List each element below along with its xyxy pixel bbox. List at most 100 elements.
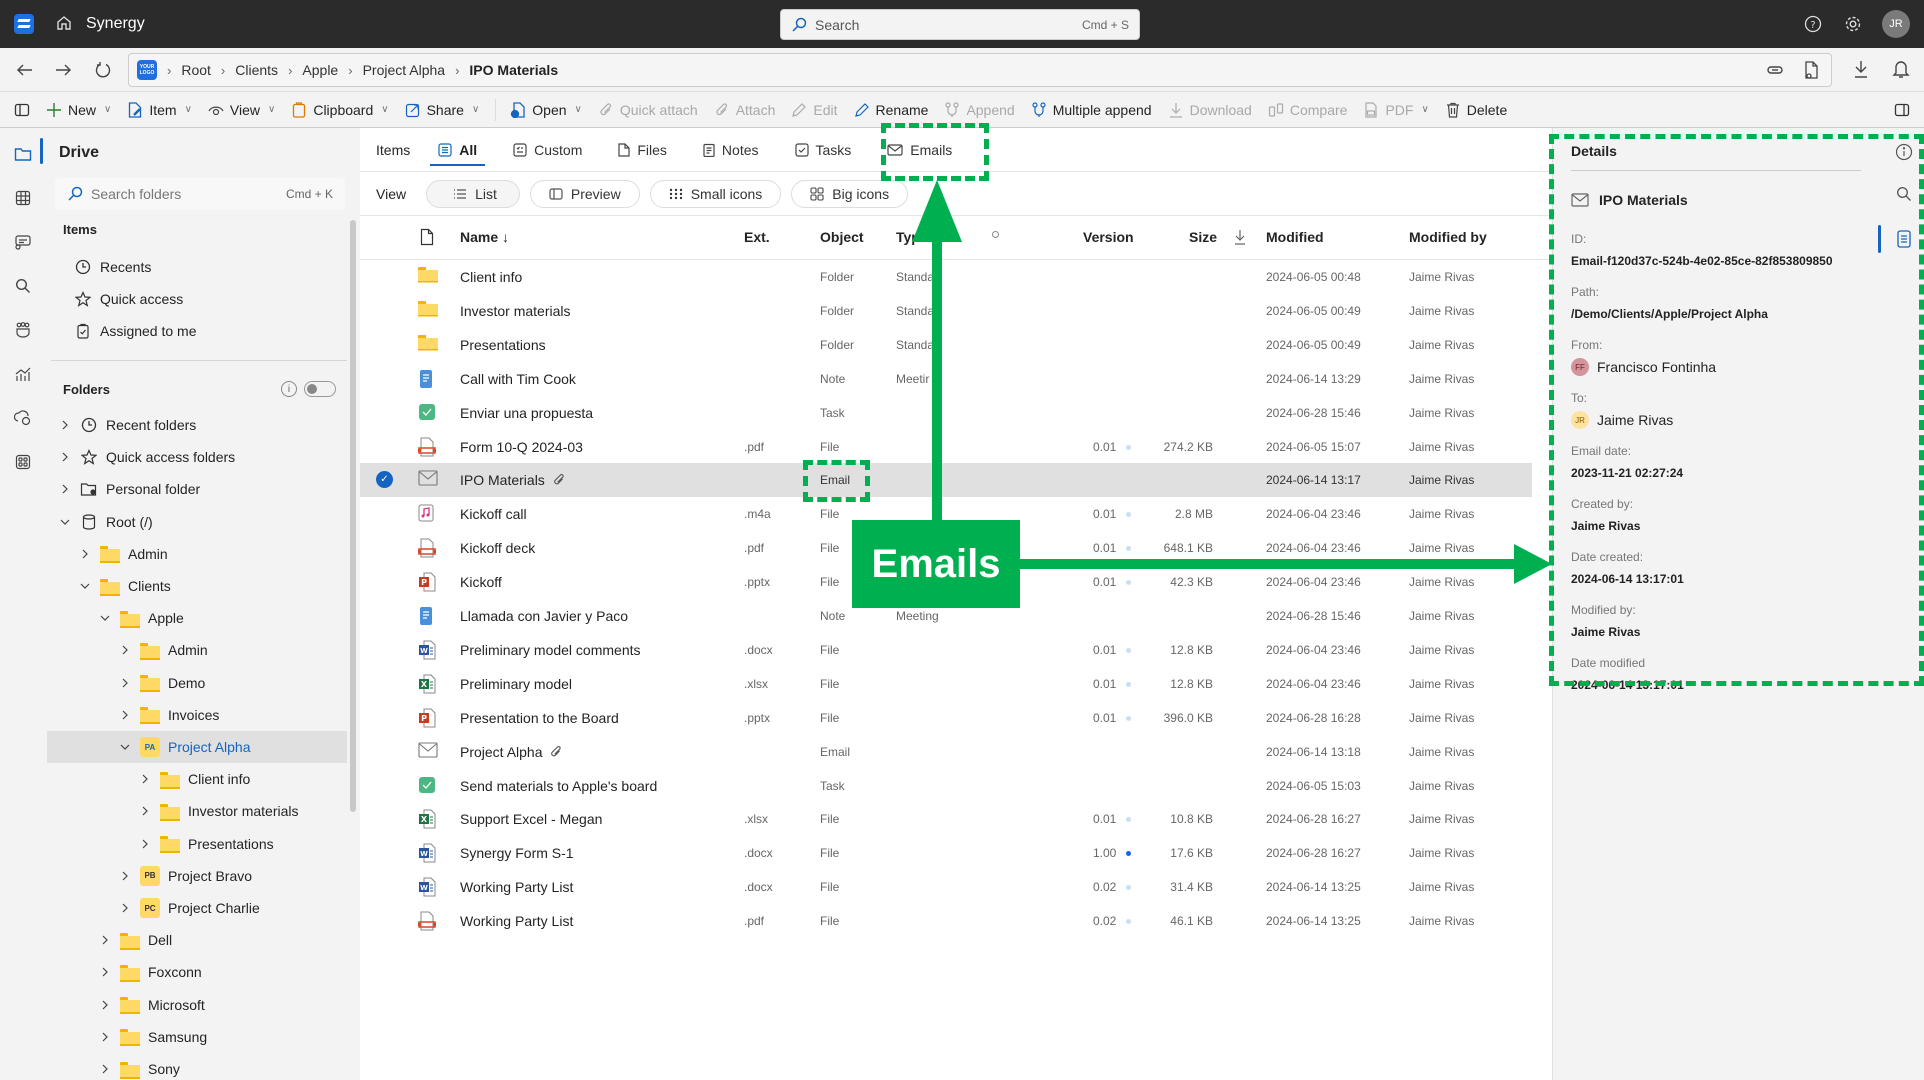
chevron-right-icon[interactable] [118, 708, 132, 722]
cell-name[interactable]: Presentations [460, 337, 546, 353]
tree-item-personal-folder[interactable]: Personal folder [58, 477, 200, 501]
chevron-right-icon[interactable] [58, 482, 72, 496]
sidebar-item-assigned-to-me[interactable]: Assigned to me [74, 319, 197, 343]
tree-item-foxconn[interactable]: Foxconn [98, 960, 202, 984]
tree-item-project-charlie[interactable]: PC Project Charlie [118, 896, 260, 920]
chevron-down-icon[interactable] [78, 579, 92, 593]
table-row[interactable]: Send materials to Apple's board Task 2024-… [360, 769, 1532, 803]
apps-icon[interactable] [13, 452, 33, 472]
link-icon[interactable] [1765, 60, 1785, 80]
home-icon[interactable] [55, 14, 73, 32]
breadcrumb-clients[interactable]: Clients [235, 62, 278, 78]
tree-item-investor-materials[interactable]: Investor materials [138, 799, 298, 823]
cloud-sync-icon[interactable] [13, 408, 33, 428]
help-icon[interactable]: ? [1802, 13, 1824, 35]
table-row[interactable]: Presentations Folder Standa 2024-06-05 00:4… [360, 328, 1532, 362]
toggle-details-panel-button[interactable] [1894, 102, 1910, 118]
chevron-right-icon[interactable] [58, 418, 72, 432]
tab-files[interactable]: Files [618, 128, 667, 172]
column-version[interactable]: Version [1083, 229, 1134, 245]
cell-name[interactable]: Investor materials [460, 303, 570, 319]
file-link-icon[interactable] [1801, 60, 1821, 80]
chevron-right-icon[interactable] [138, 772, 152, 786]
tree-item-project-alpha[interactable]: PA Project Alpha [118, 735, 251, 759]
tree-item-samsung[interactable]: Samsung [98, 1025, 207, 1049]
view-list-button[interactable]: List [426, 179, 520, 208]
download-button[interactable]: Download [1168, 102, 1252, 118]
chevron-right-icon[interactable] [98, 965, 112, 979]
chevron-right-icon[interactable] [98, 1030, 112, 1044]
table-row[interactable]: ✓ IPO Materials Email 2024-06-14 13:17 Jaim… [360, 463, 1532, 498]
chevron-right-icon[interactable] [118, 676, 132, 690]
item-button[interactable]: Item ∨ [127, 102, 192, 118]
chevron-down-icon[interactable] [98, 611, 112, 625]
cell-name[interactable]: Kickoff [460, 574, 502, 590]
tree-item-invoices[interactable]: Invoices [118, 703, 219, 727]
chat-search-icon[interactable] [13, 232, 33, 252]
sidebar-item-recents[interactable]: Recents [74, 255, 151, 279]
cell-name[interactable]: Working Party List [460, 913, 573, 929]
chevron-down-icon[interactable] [118, 740, 132, 754]
tree-item-dell[interactable]: Dell [98, 928, 172, 952]
chevron-right-icon[interactable] [138, 804, 152, 818]
toggle-sidebar-button[interactable] [14, 102, 30, 118]
cell-name[interactable]: Client info [460, 269, 522, 285]
tree-item-admin[interactable]: Admin [118, 638, 208, 662]
cell-name[interactable]: Kickoff deck [460, 540, 535, 556]
view-big-icons-button[interactable]: Big icons [791, 179, 909, 208]
column-modified-by[interactable]: Modified by [1409, 229, 1487, 245]
table-row[interactable]: X Preliminary model .xlsx File 0.01 12.8 KB 20… [360, 667, 1532, 701]
open-button[interactable]: Open ∨ [510, 102, 582, 118]
table-row[interactable]: W Preliminary model comments .docx File 0.01… [360, 633, 1532, 667]
delete-button[interactable]: Delete [1445, 102, 1507, 118]
chevron-right-icon[interactable] [78, 547, 92, 561]
cell-name[interactable]: Call with Tim Cook [460, 371, 576, 387]
sidebar-item-quick-access[interactable]: Quick access [74, 287, 183, 311]
chevron-down-icon[interactable] [58, 515, 72, 529]
view-preview-button[interactable]: Preview [529, 179, 640, 208]
cell-name[interactable]: Support Excel - Megan [460, 811, 602, 827]
share-button[interactable]: Share ∨ [405, 102, 479, 118]
search-icon[interactable] [13, 276, 33, 296]
sidebar-scrollbar[interactable] [350, 220, 356, 812]
analytics-icon[interactable] [13, 364, 33, 384]
clipboard-button[interactable]: Clipboard ∨ [291, 102, 389, 118]
tree-item-clients[interactable]: Clients [78, 574, 171, 598]
drive-folder-icon[interactable] [13, 144, 33, 164]
sort-down-icon[interactable] [1233, 228, 1247, 246]
breadcrumb-project-alpha[interactable]: Project Alpha [363, 62, 446, 78]
pdf-button[interactable]: PDF ∨ [1363, 102, 1429, 118]
back-arrow-icon[interactable] [14, 59, 36, 81]
table-row[interactable]: Client info Folder Standa 2024-06-05 00:48 J… [360, 260, 1532, 294]
chevron-right-icon[interactable] [98, 933, 112, 947]
table-row[interactable]: W Working Party List .docx File 0.02 31.4 KB 2… [360, 870, 1532, 904]
multiple-append-button[interactable]: Multiple append [1031, 102, 1152, 118]
append-button[interactable]: Append [944, 102, 1015, 118]
table-row[interactable]: Call with Tim Cook Note Meetir 2024-06-14 1… [360, 362, 1532, 396]
table-row[interactable]: Form 10-Q 2024-03 .pdf File 0.01 274.2 KB 202… [360, 430, 1532, 464]
tree-item-microsoft[interactable]: Microsoft [98, 993, 205, 1017]
gear-icon[interactable] [1842, 13, 1864, 35]
tab-custom[interactable]: Custom [513, 128, 582, 172]
chevron-right-icon[interactable] [58, 450, 72, 464]
tree-item-apple[interactable]: Apple [98, 606, 184, 630]
tree-item-project-bravo[interactable]: PB Project Bravo [118, 864, 252, 888]
cell-name[interactable]: Working Party List [460, 879, 573, 895]
user-avatar[interactable]: JR [1882, 10, 1910, 38]
grid-icon[interactable] [13, 188, 33, 208]
breadcrumb-root[interactable]: Root [181, 62, 211, 78]
tab-notes[interactable]: Notes [703, 128, 759, 172]
rename-button[interactable]: Rename [854, 102, 928, 118]
tree-item-demo[interactable]: Demo [118, 671, 205, 695]
cell-name[interactable]: Project Alpha [460, 744, 562, 760]
selected-check-icon[interactable]: ✓ [376, 471, 393, 489]
tree-item-recent-folders[interactable]: Recent folders [58, 413, 196, 437]
cell-name[interactable]: Presentation to the Board [460, 710, 619, 726]
column-modified[interactable]: Modified [1266, 229, 1324, 245]
compare-button[interactable]: Compare [1268, 102, 1347, 118]
team-icon[interactable] [13, 320, 33, 340]
chevron-right-icon[interactable] [98, 998, 112, 1012]
table-row[interactable]: X Support Excel - Megan .xlsx File 0.01 10.8 … [360, 802, 1532, 836]
cell-name[interactable]: Enviar una propuesta [460, 405, 593, 421]
cell-name[interactable]: Preliminary model comments [460, 642, 641, 658]
